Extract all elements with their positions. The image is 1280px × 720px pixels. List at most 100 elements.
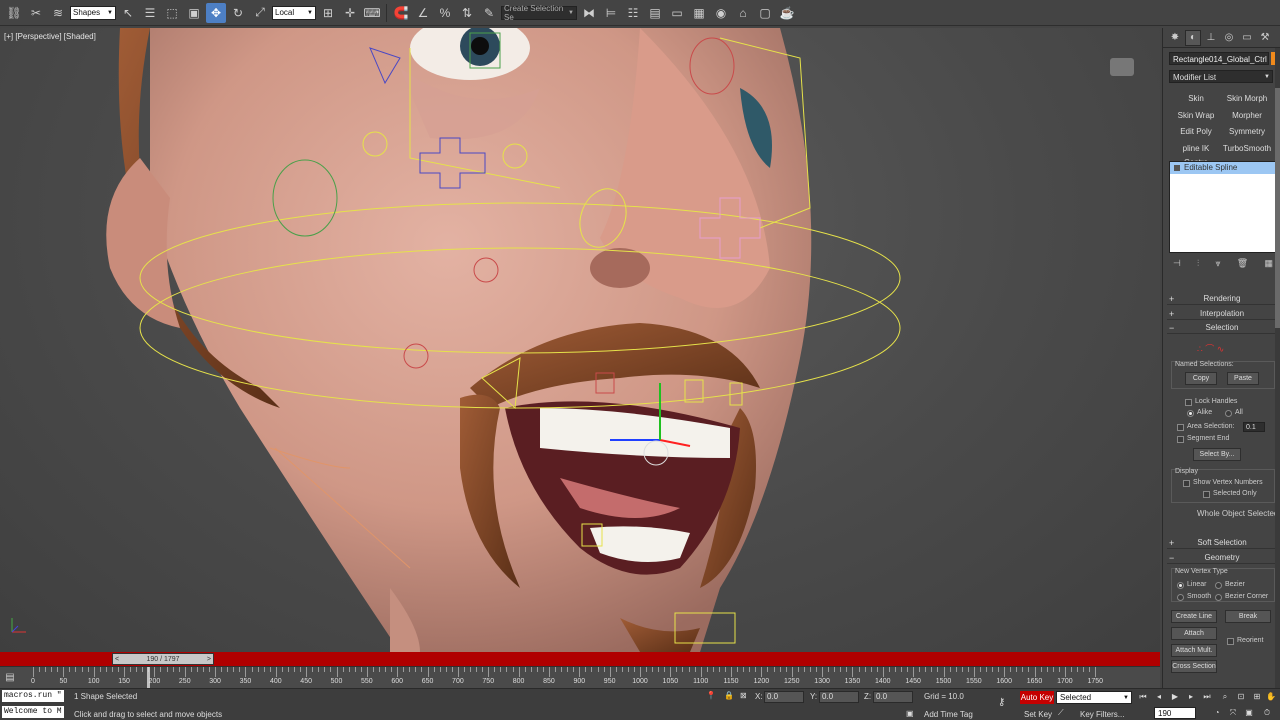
utilities-tab-icon[interactable]: ⚒ xyxy=(1257,30,1273,46)
display-tab-icon[interactable]: ▭ xyxy=(1239,30,1255,46)
maxscript-listener-line1[interactable]: macros.run " xyxy=(2,690,64,702)
make-unique-icon[interactable]: ⩔ xyxy=(1216,258,1221,272)
scene-explorer-icon[interactable]: ☷ xyxy=(623,3,643,23)
remove-modifier-icon[interactable]: 🗑 xyxy=(1237,258,1248,272)
command-panel-scroll-thumb[interactable] xyxy=(1275,88,1280,328)
select-and-rotate-icon[interactable]: ↻ xyxy=(228,3,248,23)
attach-button[interactable]: Attach xyxy=(1171,627,1217,640)
select-and-move-icon[interactable]: ✥ xyxy=(206,2,226,23)
track-bar-playhead[interactable] xyxy=(147,667,151,689)
zoom-icon[interactable]: ⌕ xyxy=(1218,691,1232,703)
link-icon[interactable]: ⛓ xyxy=(4,3,24,23)
key-icon[interactable]: ⚷ xyxy=(998,697,1005,708)
spinner-snap-icon[interactable]: ⇅ xyxy=(457,3,477,23)
key-set-dropdown[interactable]: Selected ▼ xyxy=(1056,691,1132,704)
material-editor-icon[interactable]: ◉ xyxy=(711,3,731,23)
maximize-viewport-icon[interactable]: ▣ xyxy=(1242,707,1256,719)
time-slider-track[interactable]: < 190 / 1797 > xyxy=(0,652,1160,666)
go-to-start-icon[interactable]: ⏮ xyxy=(1136,691,1150,703)
align-icon[interactable]: ⊨ xyxy=(601,3,621,23)
snaps-toggle-icon[interactable]: 🧲 xyxy=(391,3,411,23)
y-coord-field[interactable]: 0.0 xyxy=(819,691,859,703)
object-name-field[interactable]: Rectangle014_Global_Ctrl xyxy=(1169,52,1269,65)
rollout-geometry[interactable]: − Geometry xyxy=(1167,552,1277,564)
keyboard-shortcut-override-icon[interactable]: ⌨ xyxy=(362,3,382,23)
viewport-label[interactable]: [+] [Perspective] [Shaded] xyxy=(4,32,96,41)
smooth-radio[interactable] xyxy=(1177,594,1184,601)
cross-section-button[interactable]: Cross Section xyxy=(1171,660,1217,673)
selection-filter-dropdown[interactable]: Shapes ▼ xyxy=(70,5,116,20)
create-tab-icon[interactable]: ✸ xyxy=(1167,30,1183,46)
zoom-extents-icon[interactable]: ⊡ xyxy=(1234,691,1248,703)
layer-manager-icon[interactable]: ▤ xyxy=(645,3,665,23)
break-button[interactable]: Break xyxy=(1225,610,1271,623)
modifier-edit-poly-button[interactable]: Edit Poly xyxy=(1171,125,1221,139)
reorient-checkbox[interactable] xyxy=(1227,638,1234,645)
render-setup-icon[interactable]: ⌂ xyxy=(733,3,753,23)
window-crossing-icon[interactable]: ▣ xyxy=(184,3,204,23)
area-selection-checkbox[interactable] xyxy=(1177,424,1184,431)
reference-coordinate-dropdown[interactable]: Local ▼ xyxy=(272,5,316,20)
show-vertex-numbers-checkbox[interactable] xyxy=(1183,480,1190,487)
modifier-list-dropdown[interactable]: Modifier List ▼ xyxy=(1169,70,1273,83)
select-by-name-icon[interactable]: ☰ xyxy=(140,3,160,23)
selected-only-checkbox[interactable] xyxy=(1203,491,1210,498)
add-time-tag[interactable]: Add Time Tag xyxy=(924,710,973,719)
pan-icon[interactable]: ✋ xyxy=(1264,691,1278,703)
maxscript-listener-line2[interactable]: Welcome to M xyxy=(2,706,64,718)
modifier-stack[interactable]: Editable Spline xyxy=(1169,161,1277,253)
absolute-mode-icon[interactable]: ⊠ xyxy=(740,691,747,700)
curve-editor-icon[interactable]: ▦ xyxy=(689,3,709,23)
time-slider-next[interactable]: > xyxy=(207,656,211,663)
select-by-button[interactable]: Select By... xyxy=(1193,448,1241,461)
bind-to-space-warp-icon[interactable]: ≋ xyxy=(48,3,68,23)
render-production-icon[interactable]: ☕ xyxy=(777,3,797,23)
area-selection-spinner[interactable]: 0.1 xyxy=(1243,422,1265,432)
lock-handles-checkbox[interactable] xyxy=(1185,399,1192,406)
alike-radio[interactable] xyxy=(1187,410,1194,417)
rectangular-selection-icon[interactable]: ⬚ xyxy=(162,3,182,23)
edit-named-selections-icon[interactable]: ✎ xyxy=(479,3,499,23)
play-icon[interactable]: ▶ xyxy=(1168,691,1182,703)
walk-through-icon[interactable]: ⤧ xyxy=(1226,707,1240,719)
set-keys-icon[interactable]: ⟋ xyxy=(1058,708,1064,718)
linear-radio[interactable] xyxy=(1177,582,1184,589)
mirror-icon[interactable]: ⧓ xyxy=(579,3,599,23)
current-frame-field[interactable]: 190 xyxy=(1154,707,1196,719)
pivot-center-icon[interactable]: ⊞ xyxy=(318,3,338,23)
rollout-interpolation[interactable]: + Interpolation xyxy=(1167,308,1277,320)
percent-snap-icon[interactable]: % xyxy=(435,3,455,23)
rollout-rendering[interactable]: + Rendering xyxy=(1167,293,1277,305)
perspective-viewport[interactable]: [+] [Perspective] [Shaded] xyxy=(0,28,1160,652)
modifier-morpher-button[interactable]: Morpher xyxy=(1222,109,1272,123)
time-slider[interactable]: < 190 / 1797 > xyxy=(112,653,214,665)
viewcube-icon[interactable] xyxy=(1110,58,1134,76)
pin-stack-icon[interactable]: ⊣ xyxy=(1173,258,1181,272)
move-crosshair-icon[interactable]: ✛ xyxy=(340,3,360,23)
paste-button[interactable]: Paste xyxy=(1227,372,1259,385)
rendered-frame-window-icon[interactable]: ▢ xyxy=(755,3,775,23)
selection-lock-icon[interactable]: 🔒 xyxy=(724,691,734,700)
segment-end-checkbox[interactable] xyxy=(1177,436,1184,443)
time-configuration-icon[interactable]: ⏱ xyxy=(1260,707,1274,719)
angle-snap-icon[interactable]: ∠ xyxy=(413,3,433,23)
all-radio[interactable] xyxy=(1225,410,1232,417)
motion-tab-icon[interactable]: ◎ xyxy=(1221,30,1237,46)
set-key-button[interactable]: Set Key xyxy=(1024,710,1052,719)
z-coord-field[interactable]: 0.0 xyxy=(873,691,913,703)
field-of-view-icon[interactable]: ⊞ xyxy=(1250,691,1264,703)
sub-object-level-icons[interactable]: ∴ ⌒ ∿ xyxy=(1197,342,1224,355)
stack-item-editable-spline[interactable]: Editable Spline xyxy=(1170,162,1276,174)
modify-tab-icon[interactable]: ◐ xyxy=(1185,29,1201,46)
named-selection-sets-dropdown[interactable]: Create Selection Se ▼ xyxy=(501,4,577,22)
go-to-end-icon[interactable]: ⏭ xyxy=(1200,691,1214,703)
modifier-turbosmooth-button[interactable]: TurboSmooth xyxy=(1222,142,1272,156)
modifier-skin-wrap-button[interactable]: Skin Wrap xyxy=(1171,109,1221,123)
hierarchy-tab-icon[interactable]: ⊥ xyxy=(1203,30,1219,46)
copy-button[interactable]: Copy xyxy=(1185,372,1217,385)
auto-key-button[interactable]: Auto Key xyxy=(1020,691,1054,704)
create-line-button[interactable]: Create Line xyxy=(1171,610,1217,623)
time-slider-prev[interactable]: < xyxy=(115,656,119,663)
previous-frame-icon[interactable]: ◂ xyxy=(1152,691,1166,703)
rollout-soft-selection[interactable]: + Soft Selection xyxy=(1167,537,1277,549)
